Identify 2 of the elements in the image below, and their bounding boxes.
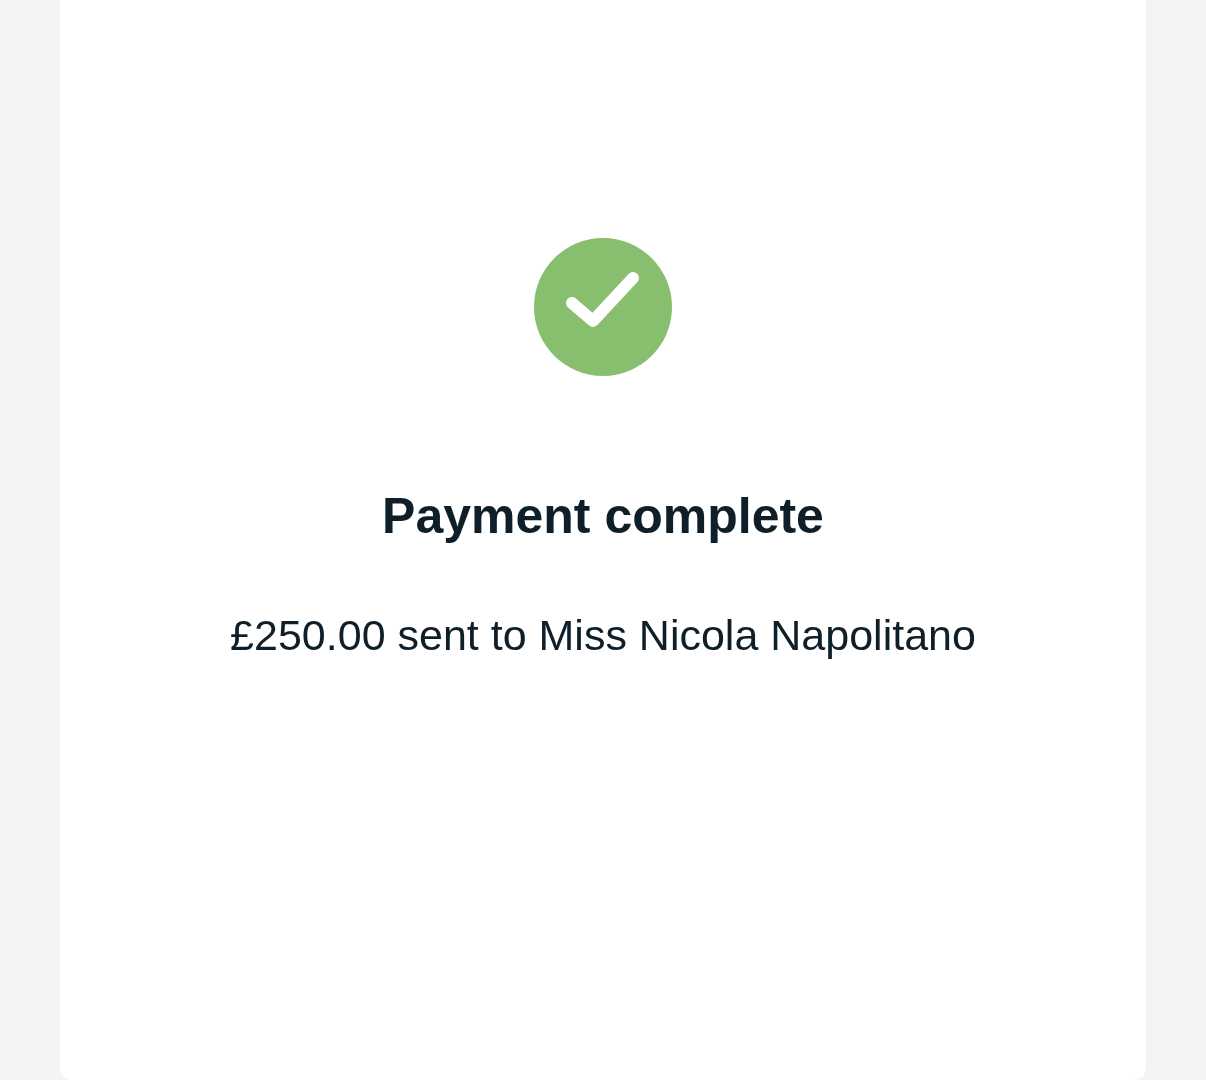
- payment-message: £250.00 sent to Miss Nicola Napolitano: [230, 610, 976, 661]
- title: Payment complete: [382, 487, 824, 546]
